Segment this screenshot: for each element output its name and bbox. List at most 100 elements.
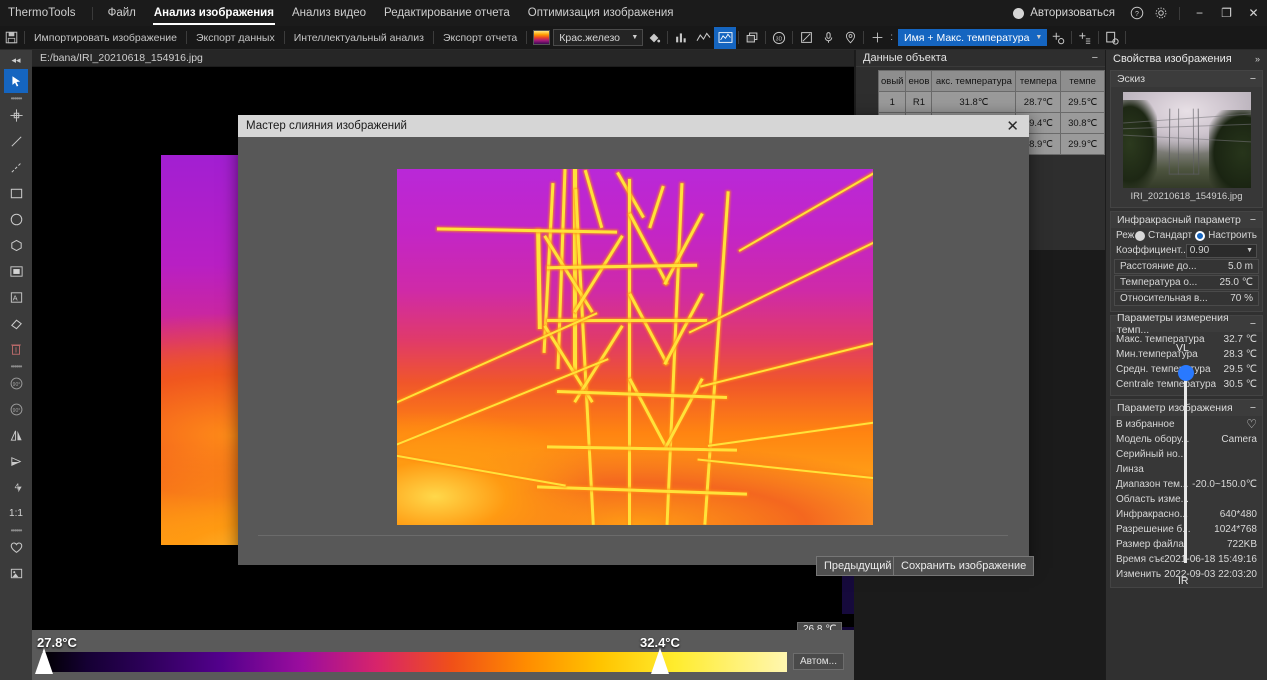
table-row[interactable]: 1 R1 31.8℃ 28.7℃ 29.5℃ [877,91,1105,113]
save-image-button[interactable]: Сохранить изображение [893,556,1035,576]
save-icon[interactable] [0,27,22,49]
dialog-title-bar[interactable]: Мастер слияния изображений ✕ [238,115,1029,137]
dialog-title: Мастер слияния изображений [246,120,407,132]
eraser-icon[interactable] [4,311,28,335]
previous-button[interactable]: Предыдущий [816,556,900,576]
flip-vertical-icon[interactable] [4,449,28,473]
dashed-line-icon[interactable] [4,155,28,179]
fusion-level-slider-handle[interactable] [1178,365,1194,381]
point-measure-icon[interactable] [4,103,28,127]
layers-icon[interactable] [741,27,763,49]
section-temp-header[interactable]: Параметры измерения темп... − [1111,312,1262,336]
thumbnail-foliage-left [1122,100,1157,188]
area-chart-icon[interactable] [714,26,737,49]
table-header-row: овый енов акс. температура темпера темпе [877,70,1105,92]
cell-avg: 29.9℃ [1060,133,1105,155]
mirror-icon[interactable]: 4 [4,475,28,499]
section-sketch-collapse[interactable]: − [1250,73,1256,85]
maximize-button[interactable]: ❐ [1213,0,1240,26]
mode-custom-radio[interactable] [1195,230,1206,241]
svg-text:?: ? [1135,11,1139,18]
object-data-header: Данные объекта − [856,50,1105,67]
menu-item-video-analysis[interactable]: Анализ видео [283,2,375,24]
auth-button[interactable]: Авторизоваться [1013,7,1115,19]
label-mode-select[interactable]: Имя + Макс. температура ▼ [898,29,1048,46]
section-infrared-collapse[interactable]: − [1250,214,1256,226]
close-button[interactable]: ✕ [1240,0,1267,26]
fusion-level-slider-track[interactable] [1184,373,1187,563]
pylon-member [574,189,595,525]
object-data-collapse-button[interactable]: − [1092,52,1098,64]
menu-item-report-editing[interactable]: Редактирование отчета [375,2,519,24]
section-sketch-header[interactable]: Эскиз − [1111,71,1262,87]
circle-icon[interactable] [4,207,28,231]
flip-horizontal-icon[interactable] [4,423,28,447]
heart-outline-icon[interactable]: ♡ [1246,417,1257,431]
heart-icon[interactable] [4,535,28,559]
smart-analysis-button[interactable]: Интеллектуальный анализ [287,32,431,44]
palette-select[interactable]: Крас.железо ▼ [553,29,644,46]
cell-name: R1 [905,91,933,113]
section-temp-collapse[interactable]: − [1250,318,1256,330]
scale-min-handle[interactable] [35,648,53,674]
add-list-icon[interactable] [1074,27,1096,49]
zoom-ratio-button[interactable]: 1:1 [4,501,28,525]
cursor-select-icon[interactable] [4,69,28,93]
close-icon[interactable]: ✕ [1004,119,1021,134]
minimize-button[interactable]: − [1186,0,1213,26]
infrared-mode-label: Режим и... [1116,230,1135,241]
section-image-param-collapse[interactable]: − [1250,402,1256,414]
collapse-left-icon[interactable]: ◂◂ [0,52,32,68]
ambient-temp-label: Температура о... [1120,277,1198,288]
palette-gradient-icon[interactable] [533,30,551,45]
scale-max-handle[interactable] [651,648,669,674]
text-annotation-icon[interactable]: A [4,285,28,309]
line-measure-icon[interactable] [4,129,28,153]
pylon-brace [628,377,669,451]
bar-chart-icon[interactable] [670,27,692,49]
line-chart-icon[interactable] [692,27,714,49]
rotate-left-icon[interactable]: 90° [4,371,28,395]
report-settings-icon[interactable] [1101,27,1123,49]
auto-scale-button[interactable]: Автом... [792,653,844,670]
divider [432,31,434,44]
coefficient-row: Коэффициент... 0.90 ▼ [1111,243,1262,258]
menu-item-file[interactable]: Файл [99,2,145,24]
pylon-member [703,191,730,525]
ambient-temp-row[interactable]: Температура о... 25.0 ℃ [1114,275,1259,290]
distance-row[interactable]: Расстояние до... 5.0 m [1114,259,1259,274]
region-select-icon[interactable] [4,259,28,283]
scale-gradient[interactable] [42,652,787,672]
power-line [688,226,873,334]
col-header-min: темпера [1015,70,1062,92]
help-circle-icon[interactable]: ? [1125,0,1149,26]
gps-tag-icon[interactable] [839,27,861,49]
mode-standard-radio[interactable] [1135,230,1146,241]
toolbar: Импортировать изображение Экспорт данных… [0,26,1267,50]
rotate-right-icon[interactable]: 90° [4,397,28,421]
add-point-icon[interactable] [1047,27,1069,49]
delete-icon[interactable] [4,337,28,361]
export-report-button[interactable]: Экспорт отчета [436,32,524,44]
polygon-icon[interactable] [4,233,28,257]
3d-icon[interactable]: 3D [768,27,790,49]
divider [1098,31,1100,44]
paint-bucket-icon[interactable] [643,27,665,49]
import-image-button[interactable]: Импортировать изображение [27,32,184,44]
humidity-row[interactable]: Относительная в... 70 % [1114,291,1259,306]
menu-item-image-analysis[interactable]: Анализ изображения [145,2,283,25]
rectangle-icon[interactable] [4,181,28,205]
export-image-icon[interactable] [4,561,28,585]
sketch-filename: IRI_20210618_154916.jpg [1130,191,1243,202]
note-edit-icon[interactable] [795,27,817,49]
gear-icon[interactable] [1149,0,1173,26]
sketch-thumbnail[interactable] [1122,92,1251,188]
export-data-button[interactable]: Экспорт данных [189,32,282,44]
pylon-member [536,228,542,330]
menu-item-image-optimization[interactable]: Оптимизация изображения [519,2,683,24]
expand-right-icon[interactable]: » [1255,54,1260,64]
coefficient-select[interactable]: 0.90 ▼ [1185,243,1257,258]
microphone-icon[interactable] [817,27,839,49]
section-infrared-header[interactable]: Инфракрасный параметр − [1111,212,1262,228]
crosshair-icon[interactable] [866,27,888,49]
